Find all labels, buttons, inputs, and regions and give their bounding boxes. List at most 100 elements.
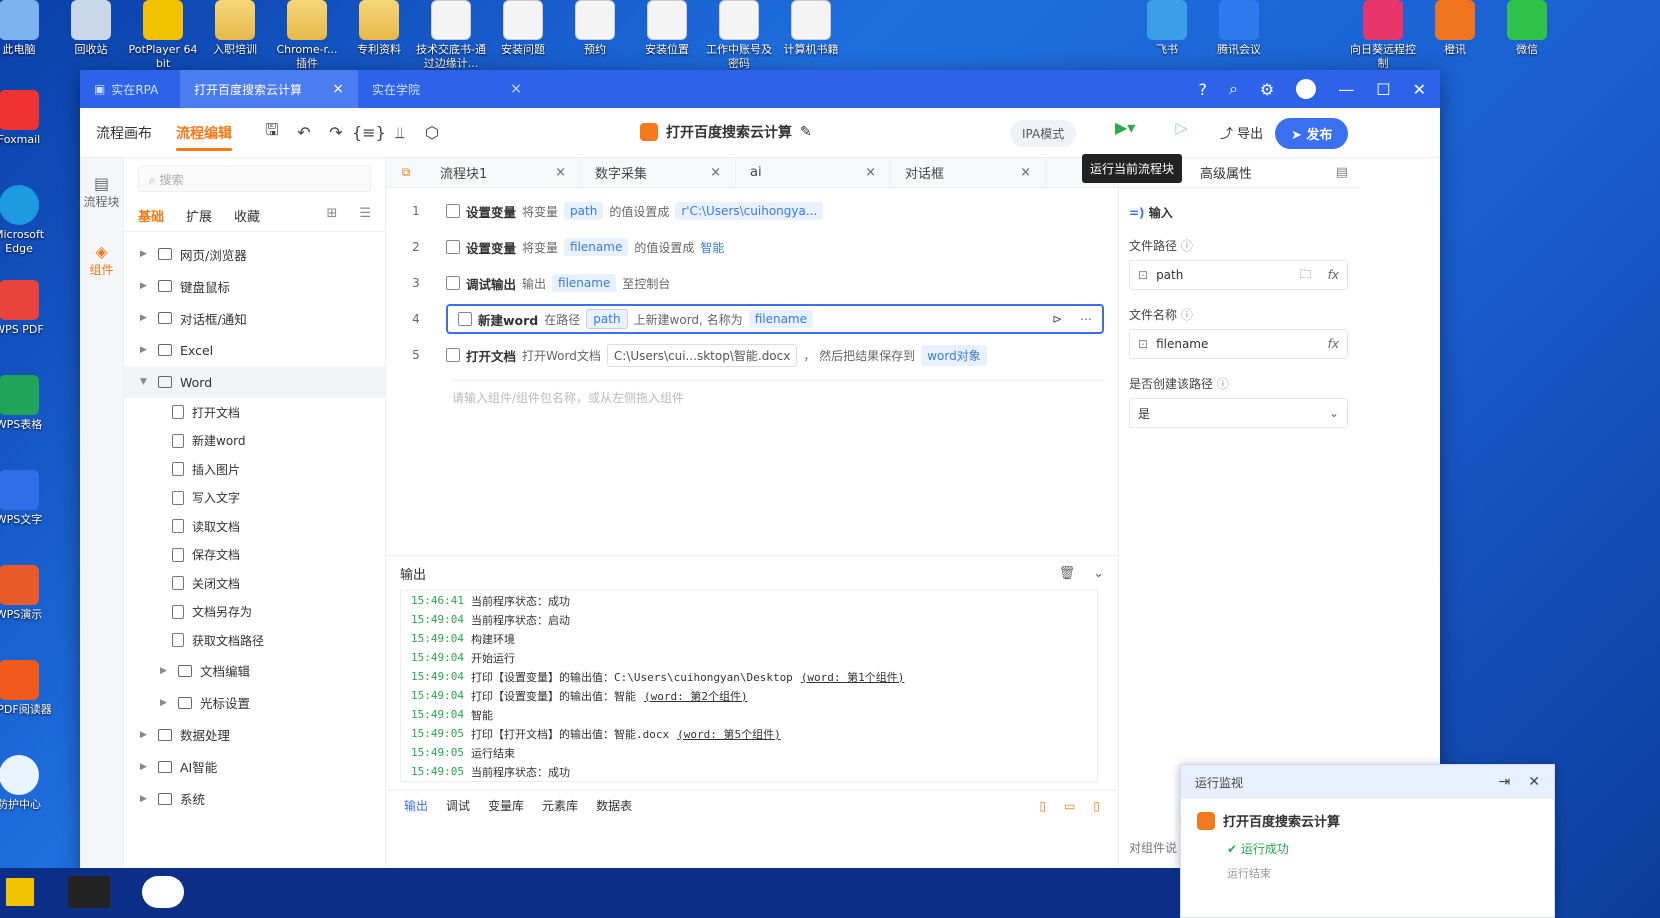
- flow-step[interactable]: 3 调试输出 输出 filename 至控制台: [386, 266, 1106, 300]
- tab-advanced-props[interactable]: 高级属性: [1200, 163, 1252, 182]
- add-component-input[interactable]: 请输入组件/组件包名称，或从左侧拖入组件: [452, 380, 1106, 406]
- desktop-icon-doc[interactable]: 技术交底书-通过边缘计...: [414, 0, 488, 71]
- tree-node[interactable]: ▶ 数据处理: [124, 719, 385, 751]
- flow-step[interactable]: 5 打开文档 打开Word文档 C:\Users\cui...sktop\智能.doc…: [386, 338, 1106, 372]
- folder-icon[interactable]: 🗀: [1300, 265, 1312, 286]
- fx-icon[interactable]: fx: [1328, 268, 1339, 282]
- desktop-icon-sunlogin[interactable]: 向日葵远程控制: [1346, 0, 1420, 71]
- desktop-icon-feishu[interactable]: 飞书: [1130, 0, 1204, 57]
- desktop-icon-security[interactable]: 防护中心: [0, 755, 56, 812]
- tab-extension[interactable]: 扩展: [186, 206, 212, 225]
- tab-elements[interactable]: 元素库: [542, 797, 578, 814]
- terminal-icon[interactable]: [68, 876, 110, 908]
- desktop-icon-doc[interactable]: 工作中账号及密码: [702, 0, 776, 71]
- copy-icon[interactable]: ⧉: [386, 158, 426, 187]
- ipa-mode-toggle[interactable]: IPA模式: [1010, 120, 1077, 147]
- editor-tab[interactable]: ai ×: [736, 158, 891, 187]
- create-path-select[interactable]: 是 ⌄: [1129, 398, 1348, 428]
- tree-leaf[interactable]: 获取文档路径: [124, 626, 385, 655]
- grid-view-icon[interactable]: ⊞: [326, 206, 337, 225]
- close-icon[interactable]: ×: [710, 165, 721, 180]
- close-icon[interactable]: ×: [865, 165, 876, 180]
- record-icon[interactable]: ⫫: [384, 123, 416, 143]
- desktop-icon-foxmail[interactable]: Foxmail: [0, 90, 56, 147]
- desktop-icon-doc[interactable]: 计算机书籍: [774, 0, 848, 57]
- run-block-icon[interactable]: ▶▾: [1115, 118, 1135, 137]
- file-name-input[interactable]: ⊡ filename fx: [1129, 329, 1348, 359]
- tree-leaf[interactable]: 文档另存为: [124, 598, 385, 627]
- log-link[interactable]: (word: 第5个组件): [677, 726, 781, 742]
- tab-basic[interactable]: 基础: [138, 206, 164, 225]
- variable-icon[interactable]: {≡}: [352, 123, 386, 142]
- help-icon[interactable]: ?: [1198, 80, 1207, 99]
- app-icon[interactable]: [142, 876, 184, 908]
- close-icon[interactable]: ×: [510, 81, 522, 97]
- panel-icon[interactable]: ▤: [1336, 165, 1348, 180]
- tab-variables[interactable]: 变量库: [488, 797, 524, 814]
- desktop-icon-doc[interactable]: 预约: [558, 0, 632, 57]
- tree-node-word[interactable]: ▼ Word: [124, 366, 385, 398]
- tab-academy[interactable]: 实在学院 ×: [358, 70, 536, 108]
- close-icon[interactable]: ×: [1020, 165, 1031, 180]
- gear-icon[interactable]: ⚙: [1260, 80, 1274, 99]
- close-icon[interactable]: ×: [555, 165, 566, 180]
- redo-icon[interactable]: ↷: [320, 123, 352, 142]
- collapse-icon[interactable]: ⇥: [1499, 774, 1511, 790]
- desktop-icon-pdf-reader[interactable]: 速PDF阅读器: [0, 660, 56, 717]
- close-window-icon[interactable]: ✕: [1413, 80, 1426, 99]
- tree-node[interactable]: ▶ 光标设置: [124, 687, 385, 719]
- tree-leaf[interactable]: 插入图片: [124, 455, 385, 484]
- export-button[interactable]: ⤴ 导出: [1220, 123, 1263, 142]
- tree-leaf[interactable]: 保存文档: [124, 541, 385, 570]
- editor-tab[interactable]: 对话框 ×: [891, 158, 1046, 187]
- tree-node[interactable]: ▶ Excel: [124, 334, 385, 366]
- start-icon[interactable]: [6, 878, 34, 906]
- more-icon[interactable]: ⋯: [1080, 312, 1092, 326]
- flow-step-selected[interactable]: 4 新建word 在路径 path 上新建word, 名称为 filename ⊳ ⋯: [386, 302, 1106, 336]
- edit-icon[interactable]: ✎: [800, 124, 812, 140]
- tab-datatable[interactable]: 数据表: [596, 797, 632, 814]
- log-link[interactable]: (word: 第2个组件): [644, 688, 748, 704]
- rail-components[interactable]: ◈ 组件: [80, 226, 123, 294]
- desktop-icon-potplayer[interactable]: PotPlayer 64 bit: [126, 0, 200, 71]
- tab-output[interactable]: 输出: [404, 797, 428, 814]
- desktop-icon-folder[interactable]: Chrome-r... 插件: [270, 0, 344, 71]
- rail-flow-blocks[interactable]: ▤ 流程块: [80, 158, 123, 226]
- tree-leaf[interactable]: 写入文字: [124, 484, 385, 513]
- log-console[interactable]: 15:46:41 当前程序状态：成功 15:49:04 当前程序状态：启动 15:4…: [400, 590, 1098, 782]
- close-icon[interactable]: ×: [332, 81, 344, 97]
- tree-leaf[interactable]: 新建word: [124, 427, 385, 456]
- desktop-icon-doc[interactable]: 安装位置: [630, 0, 704, 57]
- list-view-icon[interactable]: ☰: [359, 206, 371, 225]
- tree-node[interactable]: ▶ AI智能: [124, 751, 385, 783]
- avatar[interactable]: [1296, 79, 1317, 99]
- play-step-icon[interactable]: ⊳: [1052, 312, 1062, 326]
- desktop-icon-folder[interactable]: 入职培训: [198, 0, 272, 57]
- collapse-icon[interactable]: ⌄: [1093, 566, 1104, 581]
- tree-node[interactable]: ▶ 键盘鼠标: [124, 270, 385, 302]
- layout-right-icon[interactable]: ▯: [1093, 799, 1100, 813]
- desktop-icon-edge[interactable]: Microsoft Edge: [0, 185, 56, 256]
- tab-flow-edit[interactable]: 流程编辑: [176, 117, 232, 151]
- save-icon[interactable]: 🖫: [256, 119, 288, 146]
- tab-flow-canvas[interactable]: 流程画布: [96, 117, 152, 149]
- trash-icon[interactable]: 🗑: [1059, 566, 1076, 581]
- desktop-icon-wps-show[interactable]: WPS演示: [0, 565, 56, 622]
- flow-step[interactable]: 1 设置变量 将变量 path 的值设置成 r'C:\Users\cuihongya...: [386, 194, 1106, 228]
- desktop-icon-folder[interactable]: 专利资料: [342, 0, 416, 57]
- fx-icon[interactable]: fx: [1328, 337, 1339, 351]
- search-input[interactable]: ⌕ 搜索: [138, 166, 371, 192]
- publish-button[interactable]: ➤ 发布: [1275, 118, 1349, 149]
- desktop-icon-chengxun[interactable]: 橙讯: [1418, 0, 1492, 57]
- plugin-icon[interactable]: ⬡: [416, 123, 448, 142]
- desktop-icon-this-pc[interactable]: 此电脑: [0, 0, 56, 57]
- minimize-icon[interactable]: —: [1338, 80, 1354, 99]
- tree-leaf[interactable]: 关闭文档: [124, 569, 385, 598]
- desktop-icon-recycle-bin[interactable]: 回收站: [54, 0, 128, 57]
- tab-debug[interactable]: 调试: [446, 797, 470, 814]
- desktop-icon-wps-writer[interactable]: WPS文字: [0, 470, 56, 527]
- run-icon[interactable]: ▷: [1175, 118, 1187, 137]
- log-link[interactable]: (word: 第1个组件): [801, 669, 905, 685]
- tab-favorites[interactable]: 收藏: [234, 206, 260, 225]
- desktop-icon-tencent-meeting[interactable]: 腾讯会议: [1202, 0, 1276, 57]
